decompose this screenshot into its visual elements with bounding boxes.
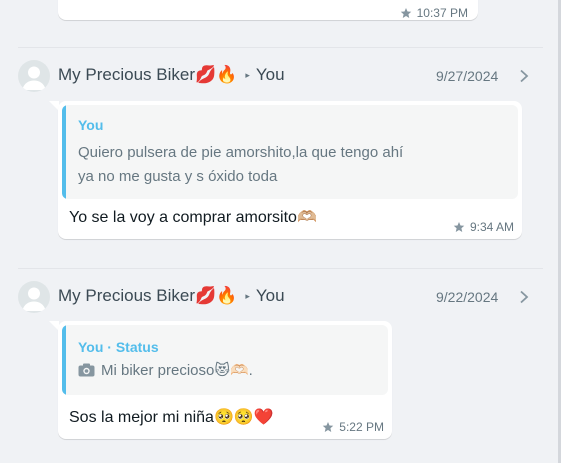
message-text: Yo se la voy a comprar amorsito🫶🏼 xyxy=(69,209,317,226)
message-date: 9/27/2024 xyxy=(436,68,499,84)
chevron-right-icon[interactable] xyxy=(519,69,529,83)
quote-accent-bar xyxy=(62,105,66,199)
quote-author: You xyxy=(78,117,104,133)
contact-name: My Precious Biker💋🔥 xyxy=(58,65,238,84)
message-time: 10:37 PM xyxy=(400,6,468,20)
quoted-status[interactable]: You · Status Mi biker precioso😻🫶🏻. xyxy=(62,325,388,395)
quote-text: Quiero pulsera de pie amorshito,la que t… xyxy=(78,144,404,185)
star-icon xyxy=(453,222,465,232)
default-avatar-icon xyxy=(22,287,46,311)
contact-avatar[interactable] xyxy=(18,281,50,313)
message-header: My Precious Biker💋🔥 ▸ You xyxy=(58,286,285,306)
message-header: My Precious Biker💋🔥 ▸ You xyxy=(58,65,285,85)
recipient-label: You xyxy=(255,286,285,305)
contact-name: My Precious Biker💋🔥 xyxy=(58,286,238,305)
chevron-right-icon[interactable] xyxy=(519,290,529,304)
message-date: 9/22/2024 xyxy=(436,289,499,305)
recipient-label: You xyxy=(255,65,285,84)
default-avatar-icon xyxy=(22,66,46,90)
arrow-right-icon: ▸ xyxy=(245,69,250,80)
divider xyxy=(18,47,543,48)
message-bubble[interactable]: You Quiero pulsera de pie amorshito,la q… xyxy=(58,101,522,239)
quoted-message[interactable]: You Quiero pulsera de pie amorshito,la q… xyxy=(62,105,518,199)
message-bubble[interactable]: You · Status Mi biker precioso😻🫶🏻. Sos l… xyxy=(58,321,392,439)
star-icon xyxy=(400,8,411,18)
quote-accent-bar xyxy=(62,325,66,395)
quote-status-line: Mi biker precioso😻🫶🏻. xyxy=(78,361,253,379)
message-time: 9:34 AM xyxy=(453,220,514,234)
star-icon xyxy=(323,422,334,432)
quote-text: Mi biker precioso😻🫶🏻. xyxy=(101,362,253,379)
previous-message-bubble[interactable]: 10:37 PM xyxy=(58,0,478,20)
arrow-right-icon: ▸ xyxy=(245,290,250,301)
message-text: Sos la mejor mi niña🥺🥺❤️ xyxy=(69,409,274,426)
camera-icon xyxy=(78,363,95,377)
message-time: 5:22 PM xyxy=(322,420,384,434)
contact-avatar[interactable] xyxy=(18,60,50,92)
quote-author: You · Status xyxy=(78,339,159,355)
divider xyxy=(18,268,543,269)
